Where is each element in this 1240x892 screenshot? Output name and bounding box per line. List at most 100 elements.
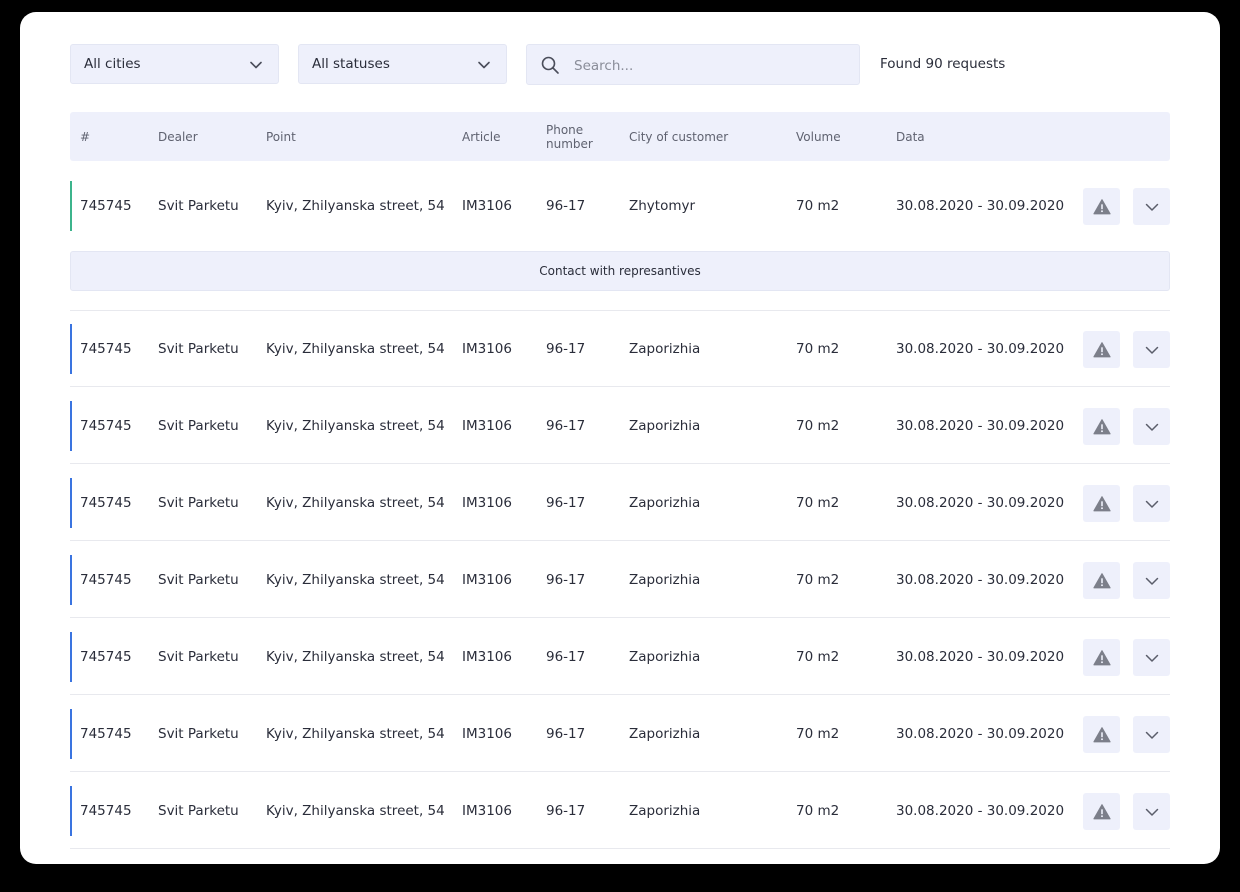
table-row[interactable]: 745745 Svit Parketu Kyiv, Zhilyanska stree… [70, 542, 1170, 618]
search-input[interactable] [572, 45, 846, 86]
warning-button[interactable] [1083, 485, 1120, 522]
cell-point: Kyiv, Zhilyanska street, 54 [266, 649, 445, 665]
header-dealer: Dealer [158, 129, 198, 144]
row-status-indicator [70, 401, 72, 451]
expand-row-button[interactable] [1133, 331, 1170, 368]
header-article: Article [462, 129, 501, 144]
cell-date: 30.08.2020 - 30.09.2020 [896, 726, 1065, 742]
contact-representatives-button[interactable]: Contact with represantives [70, 251, 1170, 291]
cell-volume: 70 m2 [796, 198, 840, 214]
header-point: Point [266, 129, 296, 144]
table-row[interactable]: 745745 Svit Parketu Kyiv, Zhilyanska stree… [70, 311, 1170, 387]
warning-icon [1092, 726, 1111, 742]
search-box[interactable] [526, 44, 860, 86]
cell-id: 745745 [80, 649, 132, 665]
requests-panel: All cities All statuses Found 90 request… [20, 12, 1220, 864]
cell-article: IM3106 [462, 495, 512, 511]
expand-row-button[interactable] [1133, 716, 1170, 753]
cell-volume: 70 m2 [796, 803, 840, 819]
warning-icon [1092, 649, 1111, 665]
warning-icon [1092, 418, 1111, 434]
cell-volume: 70 m2 [796, 726, 840, 742]
table-row[interactable]: 745745 Svit Parketu Kyiv, Zhilyanska stree… [70, 465, 1170, 541]
warning-button[interactable] [1083, 408, 1120, 445]
row-status-indicator [70, 478, 72, 528]
cell-city: Zaporizhia [629, 495, 701, 511]
header-id: # [80, 129, 91, 144]
table-row[interactable]: 745745 Svit Parketu Kyiv, Zhilyanska stree… [70, 696, 1170, 772]
row-status-indicator [70, 632, 72, 682]
row-divider [70, 540, 1170, 541]
table-header: # Dealer Point Article Phone number City… [70, 112, 1170, 161]
row-status-indicator [70, 709, 72, 759]
expand-row-button[interactable] [1133, 408, 1170, 445]
cell-phone: 96-17 [546, 495, 586, 511]
row-status-indicator [70, 181, 72, 231]
cell-point: Kyiv, Zhilyanska street, 54 [266, 495, 445, 511]
cell-volume: 70 m2 [796, 418, 840, 434]
cell-phone: 96-17 [546, 803, 586, 819]
cell-article: IM3106 [462, 572, 512, 588]
results-count: Found 90 requests [880, 56, 1006, 72]
cell-article: IM3106 [462, 649, 512, 665]
warning-button[interactable] [1083, 793, 1120, 830]
cell-dealer: Svit Parketu [158, 418, 239, 434]
table-row[interactable]: 745745 Svit Parketu Kyiv, Zhilyanska stree… [70, 619, 1170, 695]
cell-date: 30.08.2020 - 30.09.2020 [896, 803, 1065, 819]
cell-point: Kyiv, Zhilyanska street, 54 [266, 341, 445, 357]
cell-dealer: Svit Parketu [158, 726, 239, 742]
expand-row-button[interactable] [1133, 485, 1170, 522]
warning-button[interactable] [1083, 562, 1120, 599]
cell-point: Kyiv, Zhilyanska street, 54 [266, 572, 445, 588]
chevron-down-icon [1145, 423, 1158, 431]
cell-volume: 70 m2 [796, 341, 840, 357]
warning-button[interactable] [1083, 716, 1120, 753]
warning-icon [1092, 341, 1111, 357]
warning-button[interactable] [1083, 331, 1120, 368]
chevron-down-icon [1145, 808, 1158, 816]
cell-point: Kyiv, Zhilyanska street, 54 [266, 803, 445, 819]
header-phone: Phone number [546, 122, 593, 151]
cell-phone: 96-17 [546, 418, 586, 434]
expand-row-button[interactable] [1133, 562, 1170, 599]
cell-id: 745745 [80, 198, 132, 214]
warning-icon [1092, 803, 1111, 819]
city-select[interactable]: All cities [70, 44, 279, 84]
cell-article: IM3106 [462, 418, 512, 434]
cell-phone: 96-17 [546, 649, 586, 665]
expand-row-button[interactable] [1133, 188, 1170, 225]
row-status-indicator [70, 324, 72, 374]
expand-row-button[interactable] [1133, 639, 1170, 676]
warning-icon [1092, 495, 1111, 511]
chevron-down-icon [1145, 731, 1158, 739]
table-row[interactable]: 745745 Svit Parketu Kyiv, Zhilyanska stree… [70, 168, 1170, 244]
expand-row-button[interactable] [1133, 793, 1170, 830]
chevron-down-icon [250, 61, 262, 69]
cell-article: IM3106 [462, 198, 512, 214]
row-divider [70, 386, 1170, 387]
cell-point: Kyiv, Zhilyanska street, 54 [266, 418, 445, 434]
cell-date: 30.08.2020 - 30.09.2020 [896, 418, 1065, 434]
row-status-indicator [70, 786, 72, 836]
cell-date: 30.08.2020 - 30.09.2020 [896, 495, 1065, 511]
warning-button[interactable] [1083, 639, 1120, 676]
cell-id: 745745 [80, 495, 132, 511]
chevron-down-icon [1145, 203, 1158, 211]
cell-city: Zaporizhia [629, 803, 701, 819]
chevron-down-icon [1145, 577, 1158, 585]
status-select[interactable]: All statuses [298, 44, 507, 84]
chevron-down-icon [1145, 654, 1158, 662]
cell-id: 745745 [80, 572, 132, 588]
cell-volume: 70 m2 [796, 495, 840, 511]
cell-phone: 96-17 [546, 572, 586, 588]
cell-city: Zaporizhia [629, 649, 701, 665]
warning-button[interactable] [1083, 188, 1120, 225]
table-row[interactable]: 745745 Svit Parketu Kyiv, Zhilyanska stree… [70, 388, 1170, 464]
cell-date: 30.08.2020 - 30.09.2020 [896, 198, 1065, 214]
cell-point: Kyiv, Zhilyanska street, 54 [266, 198, 445, 214]
table-row[interactable]: 745745 Svit Parketu Kyiv, Zhilyanska stree… [70, 773, 1170, 849]
cell-dealer: Svit Parketu [158, 198, 239, 214]
cell-id: 745745 [80, 726, 132, 742]
cell-id: 745745 [80, 341, 132, 357]
chevron-down-icon [1145, 346, 1158, 354]
